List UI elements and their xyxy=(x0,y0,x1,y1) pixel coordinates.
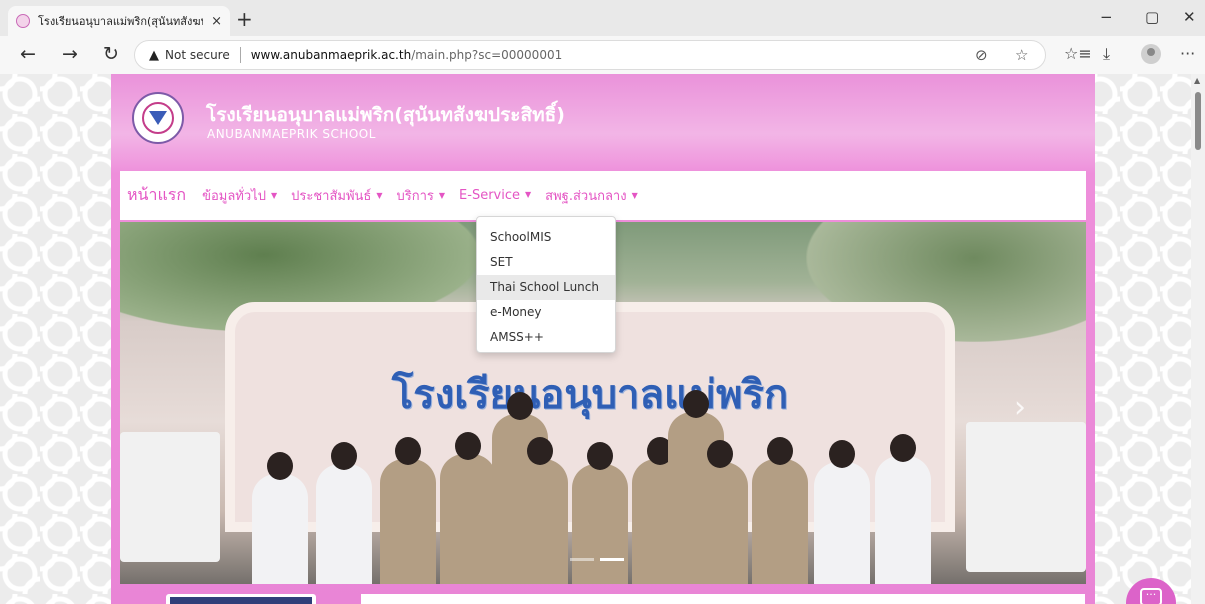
vertical-scrollbar[interactable]: ▲ xyxy=(1191,74,1205,604)
chat-bubble-icon: ··· xyxy=(1140,588,1162,604)
browser-toolbar: ← → ↻ ▲ Not secure www.anubanmaeprik.ac.… xyxy=(0,36,1205,74)
caret-down-icon: ▼ xyxy=(270,191,278,200)
staff-person xyxy=(814,440,870,584)
caret-down-icon: ▼ xyxy=(631,191,638,200)
staff-person xyxy=(252,452,308,584)
menu-label: ประชาสัมพันธ์ xyxy=(291,189,372,204)
signboard-text: โรงเรียนอนุบาลแม่พริก xyxy=(391,371,789,418)
new-tab-button[interactable]: + xyxy=(236,7,253,31)
caret-down-icon: ▼ xyxy=(438,191,446,200)
menu-general-info[interactable]: ข้อมูลทั่วไป ▼ xyxy=(202,185,277,206)
close-window-button[interactable]: ✕ xyxy=(1183,8,1196,26)
chat-button[interactable]: ··· xyxy=(1126,578,1176,604)
scroll-up-icon[interactable]: ▲ xyxy=(1194,76,1200,85)
not-secure-label[interactable]: Not secure xyxy=(165,48,230,62)
menu-label: บริการ xyxy=(396,189,434,204)
favorite-star-icon[interactable]: ☆ xyxy=(1015,46,1028,64)
staff-person xyxy=(572,442,628,584)
menu-services[interactable]: บริการ ▼ xyxy=(397,185,446,206)
dropdown-item-e-money[interactable]: e-Money xyxy=(477,300,615,325)
slider-next-icon[interactable]: › xyxy=(1014,390,1026,425)
staff-person xyxy=(692,440,748,584)
restore-button[interactable]: ▢ xyxy=(1145,8,1159,26)
slide-dot-2[interactable] xyxy=(600,558,624,561)
address-divider xyxy=(239,47,241,63)
menu-public-relations[interactable]: ประชาสัมพันธ์ ▼ xyxy=(291,185,382,206)
menu-e-service[interactable]: E-Service ▼ xyxy=(459,188,531,203)
staff-person xyxy=(316,442,372,584)
profile-avatar-icon[interactable] xyxy=(1141,44,1161,64)
tab-title: โรงเรียนอนุบาลแม่พริก(สุนันทสังฆประสิ... xyxy=(38,15,203,28)
caret-down-icon: ▼ xyxy=(376,191,383,200)
dropdown-item-thai-school-lunch[interactable]: Thai School Lunch xyxy=(477,275,615,300)
main-menu: หน้าแรก ข้อมูลทั่วไป ▼ ประชาสัมพันธ์ ▼ บริ… xyxy=(120,171,1086,220)
address-bar[interactable]: ▲ Not secure www.anubanmaeprik.ac.th /ma… xyxy=(134,40,1046,70)
site-favicon-icon xyxy=(16,14,30,28)
logo-triangle xyxy=(149,111,167,125)
school-name-english: ANUBANMAEPRIK SCHOOL xyxy=(207,127,376,141)
url-path[interactable]: /main.php?sc=00000001 xyxy=(411,48,562,62)
dropdown-item-set[interactable]: SET xyxy=(477,250,615,275)
caret-down-icon: ▼ xyxy=(525,190,532,199)
favorites-bar-icon[interactable]: ☆≡ xyxy=(1064,44,1092,63)
content-box xyxy=(361,594,1085,604)
back-button[interactable]: ← xyxy=(20,43,36,65)
menu-obec-central[interactable]: สพฐ.ส่วนกลาง ▼ xyxy=(545,185,638,206)
warning-icon[interactable]: ▲ xyxy=(149,48,159,63)
logo-emblem xyxy=(142,102,174,134)
tracking-prevention-icon[interactable]: ⊘ xyxy=(975,46,988,64)
school-logo-icon[interactable] xyxy=(132,92,184,144)
reload-button[interactable]: ↻ xyxy=(103,43,119,65)
download-icon[interactable]: ⤓ xyxy=(1103,44,1110,64)
dropdown-item-amss[interactable]: AMSS++ xyxy=(477,325,615,350)
school-name-thai: โรงเรียนอนุบาลแม่พริก(สุนันทสังฆประสิทธิ… xyxy=(206,104,565,126)
browser-tab[interactable]: โรงเรียนอนุบาลแม่พริก(สุนันทสังฆประสิ...… xyxy=(8,6,230,36)
menu-label: E-Service xyxy=(459,188,520,203)
close-tab-icon[interactable]: × xyxy=(211,14,222,29)
forward-button[interactable]: → xyxy=(62,43,78,65)
more-menu-icon[interactable]: ··· xyxy=(1180,44,1195,63)
menu-home[interactable]: หน้าแรก xyxy=(127,183,186,208)
e-service-dropdown: SchoolMIS SET Thai School Lunch e-Money … xyxy=(476,216,616,353)
staff-person xyxy=(875,434,931,584)
slider-dots xyxy=(570,558,624,561)
side-sign xyxy=(966,422,1086,572)
slide-dot-1[interactable] xyxy=(570,558,594,561)
staff-person xyxy=(512,437,568,584)
staff-person xyxy=(380,437,436,584)
url-host[interactable]: www.anubanmaeprik.ac.th xyxy=(251,48,411,62)
staff-person xyxy=(440,432,496,584)
dropdown-item-schoolmis[interactable]: SchoolMIS xyxy=(477,225,615,250)
browser-tab-bar: โรงเรียนอนุบาลแม่พริก(สุนันทสังฆประสิ...… xyxy=(0,0,1205,36)
side-sign xyxy=(120,432,220,562)
menu-label: สพฐ.ส่วนกลาง xyxy=(545,189,627,204)
minimize-button[interactable]: − xyxy=(1100,8,1113,26)
scroll-thumb[interactable] xyxy=(1195,92,1201,150)
menu-label: ข้อมูลทั่วไป xyxy=(202,189,266,204)
staff-person xyxy=(752,437,808,584)
banner-box[interactable] xyxy=(166,594,316,604)
